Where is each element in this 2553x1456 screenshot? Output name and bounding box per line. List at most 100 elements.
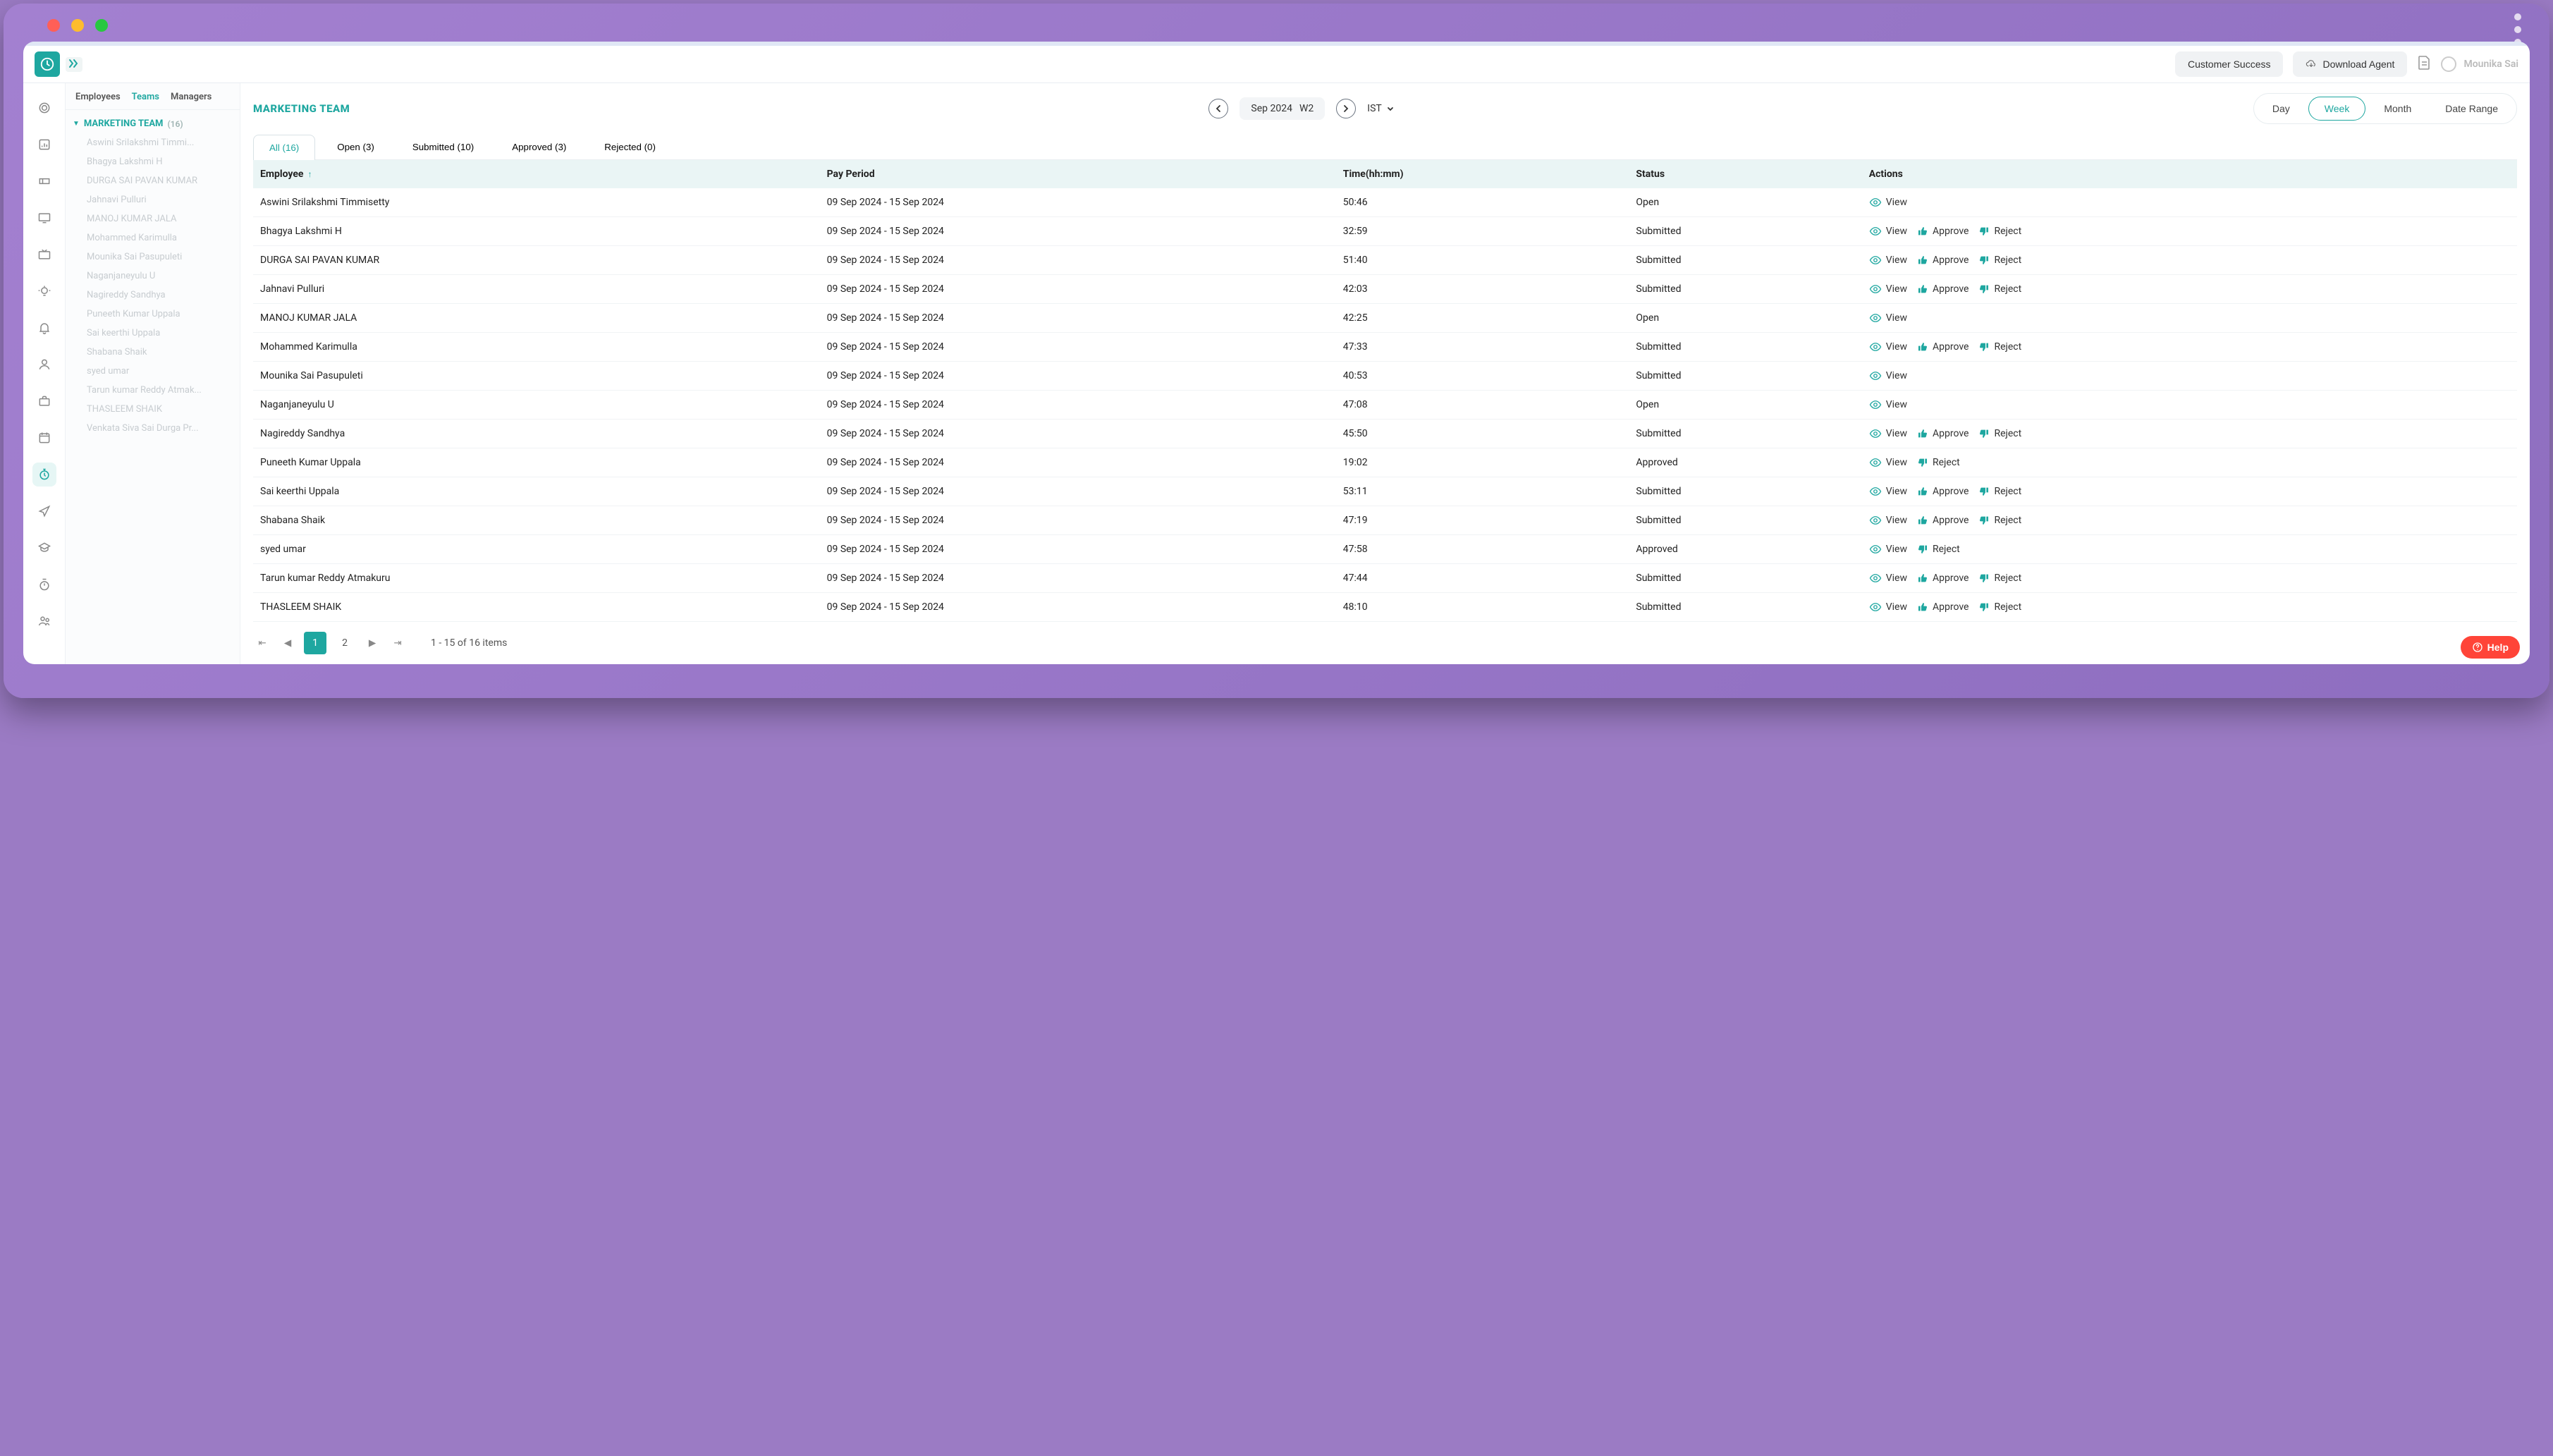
range-week[interactable]: Week [2308, 97, 2366, 121]
nav-tv-icon[interactable] [32, 243, 56, 267]
filter-approved[interactable]: Approved (3) [496, 134, 582, 159]
approve-action[interactable]: Approve [1917, 226, 1969, 237]
sidebar-employee-item[interactable]: Shabana Shaik [87, 347, 233, 357]
filter-rejected[interactable]: Rejected (0) [588, 134, 672, 159]
reject-action[interactable]: Reject [1978, 573, 2021, 584]
view-action[interactable]: View [1869, 601, 1907, 613]
next-period-button[interactable] [1336, 99, 1356, 118]
sidebar-employee-item[interactable]: Aswini Srilakshmi Timmi... [87, 137, 233, 148]
approve-action[interactable]: Approve [1917, 515, 1969, 526]
view-action[interactable]: View [1869, 514, 1907, 527]
nav-user-icon[interactable] [32, 353, 56, 377]
sidebar-employee-item[interactable]: MANOJ KUMAR JALA [87, 214, 233, 224]
team-row[interactable]: ▼ MARKETING TEAM (16) [66, 110, 240, 137]
sidebar-employee-item[interactable]: Sai keerthi Uppala [87, 328, 233, 338]
filter-all[interactable]: All (16) [253, 135, 315, 160]
document-icon[interactable] [2417, 55, 2431, 73]
view-action[interactable]: View [1869, 427, 1907, 440]
pager-page-2[interactable]: 2 [333, 632, 356, 654]
view-action[interactable]: View [1869, 543, 1907, 556]
pager-prev[interactable]: ◀ [278, 634, 297, 652]
timezone-select[interactable]: IST [1367, 103, 1394, 114]
approve-action[interactable]: Approve [1917, 573, 1969, 584]
reject-action[interactable]: Reject [1978, 341, 2021, 353]
maximize-dot-icon[interactable] [95, 19, 108, 32]
view-action[interactable]: View [1869, 456, 1907, 469]
reject-action[interactable]: Reject [1978, 428, 2021, 439]
nav-briefcase-icon[interactable] [32, 389, 56, 413]
filter-open[interactable]: Open (3) [321, 134, 391, 159]
nav-timesheet-icon[interactable] [32, 463, 56, 487]
tab-teams[interactable]: Teams [132, 92, 159, 102]
approve-action[interactable]: Approve [1917, 486, 1969, 497]
view-action[interactable]: View [1869, 398, 1907, 411]
view-action[interactable]: View [1869, 283, 1907, 295]
view-action[interactable]: View [1869, 341, 1907, 353]
nav-idea-icon[interactable] [32, 279, 56, 303]
help-button[interactable]: Help [2461, 636, 2520, 659]
nav-ticket-icon[interactable] [32, 169, 56, 193]
customer-success-button[interactable]: Customer Success [2175, 51, 2283, 77]
col-payperiod[interactable]: Pay Period [820, 160, 1336, 188]
download-agent-button[interactable]: Download Agent [2293, 51, 2407, 77]
tab-employees[interactable]: Employees [75, 92, 121, 102]
sidebar-employee-item[interactable]: Jahnavi Pulluri [87, 195, 233, 205]
sidebar-employee-item[interactable]: Bhagya Lakshmi H [87, 157, 233, 167]
user-menu[interactable]: Mounika Sai [2441, 56, 2518, 72]
approve-action[interactable]: Approve [1917, 601, 1969, 613]
pager-next[interactable]: ▶ [363, 634, 381, 652]
reject-action[interactable]: Reject [1978, 515, 2021, 526]
nav-calendar-icon[interactable] [32, 426, 56, 450]
filter-submitted[interactable]: Submitted (10) [396, 134, 490, 159]
sidebar-employee-item[interactable]: Puneeth Kumar Uppala [87, 309, 233, 319]
pager-first[interactable]: ⇤ [253, 634, 271, 652]
period-display[interactable]: Sep 2024 W2 [1239, 97, 1325, 120]
sidebar-employee-item[interactable]: Nagireddy Sandhya [87, 290, 233, 300]
nav-target-icon[interactable] [32, 96, 56, 120]
sidebar-employee-item[interactable]: Tarun kumar Reddy Atmak... [87, 385, 233, 396]
reject-action[interactable]: Reject [1978, 283, 2021, 295]
app-logo-icon[interactable] [35, 51, 60, 77]
tab-managers[interactable]: Managers [171, 92, 212, 102]
reject-action[interactable]: Reject [1978, 601, 2021, 613]
reject-action[interactable]: Reject [1978, 226, 2021, 237]
nav-stopwatch-icon[interactable] [32, 573, 56, 597]
sidebar-employee-item[interactable]: Mounika Sai Pasupuleti [87, 252, 233, 262]
pager-page-1[interactable]: 1 [304, 632, 326, 654]
approve-action[interactable]: Approve [1917, 283, 1969, 295]
view-action[interactable]: View [1869, 225, 1907, 238]
approve-action[interactable]: Approve [1917, 428, 1969, 439]
nav-location-icon[interactable] [32, 499, 56, 523]
reject-action[interactable]: Reject [1917, 544, 1960, 555]
approve-action[interactable]: Approve [1917, 255, 1969, 266]
sidebar-collapse-button[interactable] [66, 57, 82, 72]
nav-team-icon[interactable] [32, 609, 56, 633]
view-action[interactable]: View [1869, 572, 1907, 585]
view-action[interactable]: View [1869, 254, 1907, 267]
col-status[interactable]: Status [1629, 160, 1861, 188]
nav-monitor-icon[interactable] [32, 206, 56, 230]
range-month[interactable]: Month [2368, 97, 2427, 121]
prev-period-button[interactable] [1208, 99, 1228, 118]
reject-action[interactable]: Reject [1978, 255, 2021, 266]
nav-bell-icon[interactable] [32, 316, 56, 340]
sidebar-employee-item[interactable]: Venkata Siva Sai Durga Pr... [87, 423, 233, 434]
sidebar-employee-item[interactable]: Mohammed Karimulla [87, 233, 233, 243]
reject-action[interactable]: Reject [1917, 457, 1960, 468]
range-day[interactable]: Day [2257, 97, 2306, 121]
approve-action[interactable]: Approve [1917, 341, 1969, 353]
sidebar-employee-item[interactable]: THASLEEM SHAIK [87, 404, 233, 415]
nav-training-icon[interactable] [32, 536, 56, 560]
sidebar-employee-item[interactable]: DURGA SAI PAVAN KUMAR [87, 176, 233, 186]
close-dot-icon[interactable] [47, 19, 60, 32]
col-employee[interactable]: Employee↑ [253, 160, 820, 188]
view-action[interactable]: View [1869, 485, 1907, 498]
reject-action[interactable]: Reject [1978, 486, 2021, 497]
col-time[interactable]: Time(hh:mm) [1336, 160, 1629, 188]
sidebar-employee-item[interactable]: syed umar [87, 366, 233, 377]
pager-last[interactable]: ⇥ [388, 634, 407, 652]
view-action[interactable]: View [1869, 369, 1907, 382]
sidebar-employee-item[interactable]: Naganjaneyulu U [87, 271, 233, 281]
range-daterange[interactable]: Date Range [2430, 97, 2514, 121]
minimize-dot-icon[interactable] [71, 19, 84, 32]
